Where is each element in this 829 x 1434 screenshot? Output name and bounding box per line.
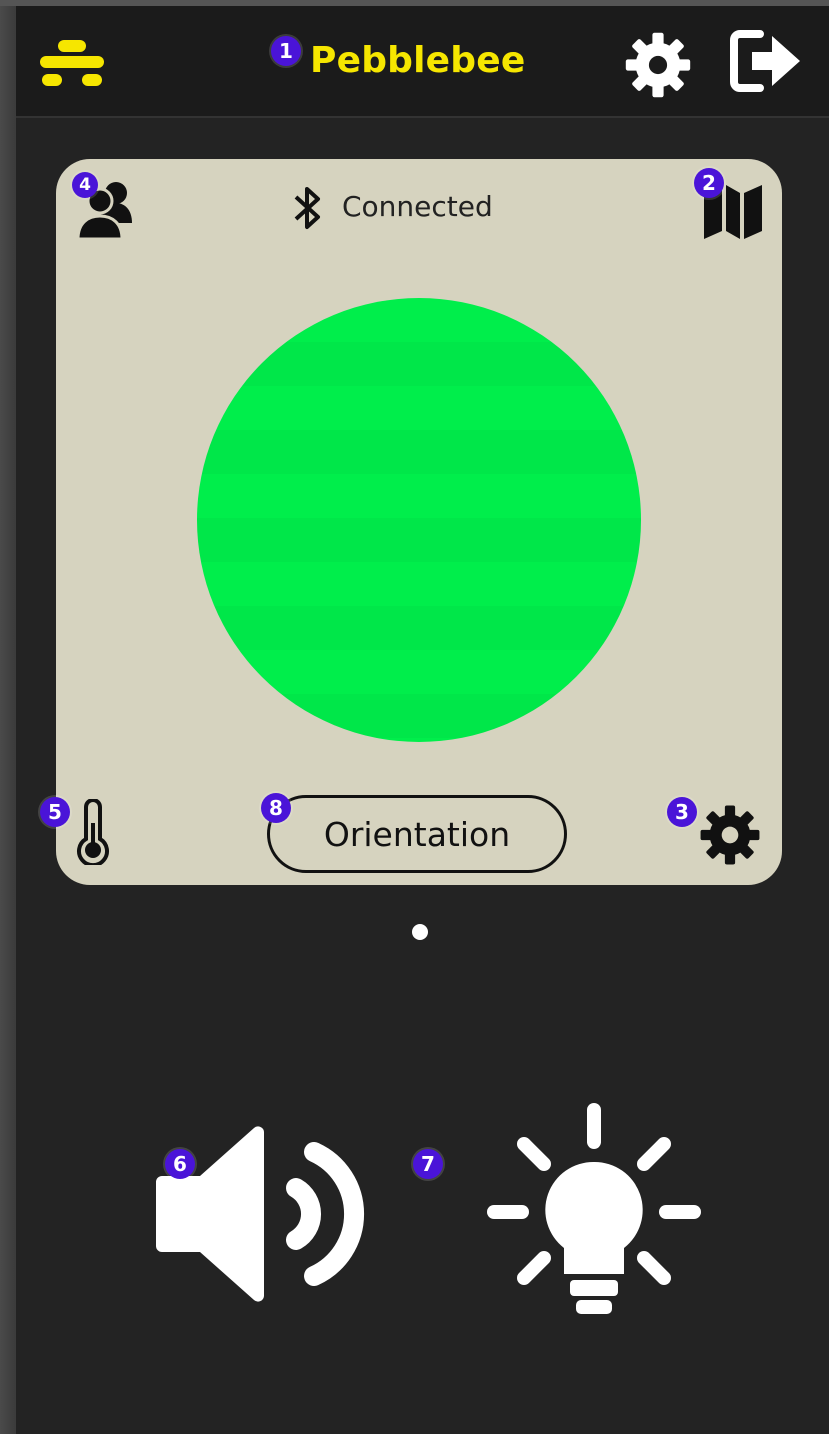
speaker-icon[interactable]: [154, 1116, 366, 1312]
annotation-badge-3: 3: [667, 797, 697, 827]
annotation-badge-6: 6: [165, 1149, 195, 1179]
thermometer-icon[interactable]: [74, 799, 112, 865]
top-bar: Pebblebee: [16, 6, 829, 118]
pebblebee-logo-icon[interactable]: [38, 36, 106, 92]
connection-status: Connected: [342, 190, 493, 223]
annotation-badge-2: 2: [694, 168, 724, 198]
page-indicator-dot[interactable]: [412, 924, 428, 940]
gear-icon[interactable]: [623, 30, 693, 100]
annotation-badge-7: 7: [413, 1149, 443, 1179]
annotation-badge-4: 4: [72, 172, 98, 198]
annotation-badge-1: 1: [271, 36, 301, 66]
annotation-badge-8: 8: [261, 793, 291, 823]
app-title: Pebblebee: [310, 40, 526, 81]
app-screen: Pebblebee Connected Orientation 1 2 3 4 …: [16, 6, 829, 1434]
orientation-button[interactable]: Orientation: [267, 795, 567, 873]
bluetooth-icon: [294, 187, 320, 229]
annotation-badge-5: 5: [40, 797, 70, 827]
device-card: Connected Orientation: [56, 159, 782, 885]
connection-status-indicator[interactable]: [197, 298, 641, 742]
lightbulb-icon[interactable]: [484, 1102, 704, 1328]
background-edge: [0, 0, 16, 1434]
device-settings-icon[interactable]: [698, 803, 762, 867]
logout-icon[interactable]: [730, 28, 804, 94]
